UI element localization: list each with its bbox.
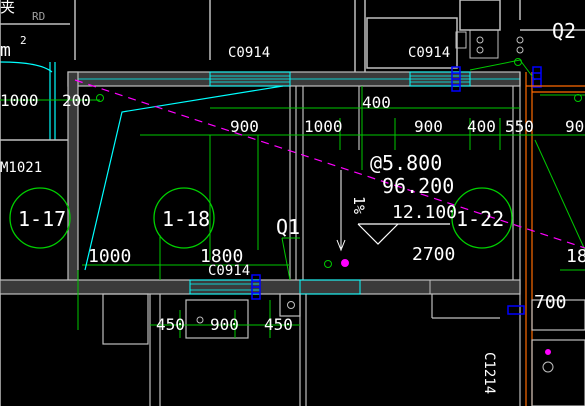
room-label-1-22: 1-22 — [456, 207, 504, 231]
label-c0914-mid: C0914 — [408, 45, 450, 61]
tl-char: 夹 — [0, 0, 15, 16]
dim-400-b: 400 — [467, 117, 496, 136]
dim-1800: 1800 — [200, 246, 243, 267]
dim-1000-mid: 1000 — [304, 117, 343, 136]
dim-2700: 2700 — [412, 244, 455, 265]
label-c0914-top: C0914 — [228, 45, 270, 61]
elevation-marker — [357, 223, 450, 245]
dim-400-top: 400 — [362, 93, 391, 112]
label-c1214: C1214 — [481, 352, 497, 394]
dim-700: 700 — [534, 292, 567, 313]
dim-450-a: 450 — [156, 315, 185, 334]
text-layer: 夹 RD m 2 Q2 C0914 C0914 C0914 M1021 Q1 1… — [0, 0, 585, 394]
dim-900-c: 900 — [565, 117, 585, 136]
label-q2: Q2 — [552, 19, 576, 43]
area-unit: m — [0, 40, 11, 61]
dim-1000-left: 1000 — [0, 91, 39, 110]
label-m1021: M1021 — [0, 160, 42, 176]
label-slope: 1% — [350, 196, 368, 214]
cyan-outline — [84, 85, 284, 271]
dim-450-b: 450 — [264, 315, 293, 334]
label-q1: Q1 — [276, 215, 300, 239]
elev-12100: 12.100 — [392, 202, 457, 223]
elev-at-5800: @5.800 — [370, 151, 442, 175]
cad-drawing-viewport[interactable]: 夹 RD m 2 Q2 C0914 C0914 C0914 M1021 Q1 1… — [0, 0, 585, 406]
slope-arrow — [336, 170, 346, 252]
dim-1000-room: 1000 — [88, 246, 131, 267]
dim-900-b: 900 — [414, 117, 443, 136]
rd-label: RD — [32, 10, 45, 23]
room-label-1-18: 1-18 — [162, 207, 210, 231]
dim-200: 200 — [62, 91, 91, 110]
elev-96200: 96.200 — [382, 174, 454, 198]
floor-plan-canvas[interactable]: 夹 RD m 2 Q2 C0914 C0914 C0914 M1021 Q1 1… — [0, 0, 585, 406]
lower-walls — [102, 293, 585, 406]
dim-550: 550 — [505, 117, 534, 136]
room-label-1-17: 1-17 — [18, 207, 66, 231]
area-unit-sup: 2 — [20, 34, 27, 47]
dim-900-a: 900 — [230, 117, 259, 136]
dim-900-d: 900 — [210, 315, 239, 334]
top-walls — [209, 0, 585, 72]
axis-dash-line — [74, 79, 585, 249]
upper-left-walls — [0, 0, 76, 406]
dim-18: 18 — [566, 246, 585, 267]
